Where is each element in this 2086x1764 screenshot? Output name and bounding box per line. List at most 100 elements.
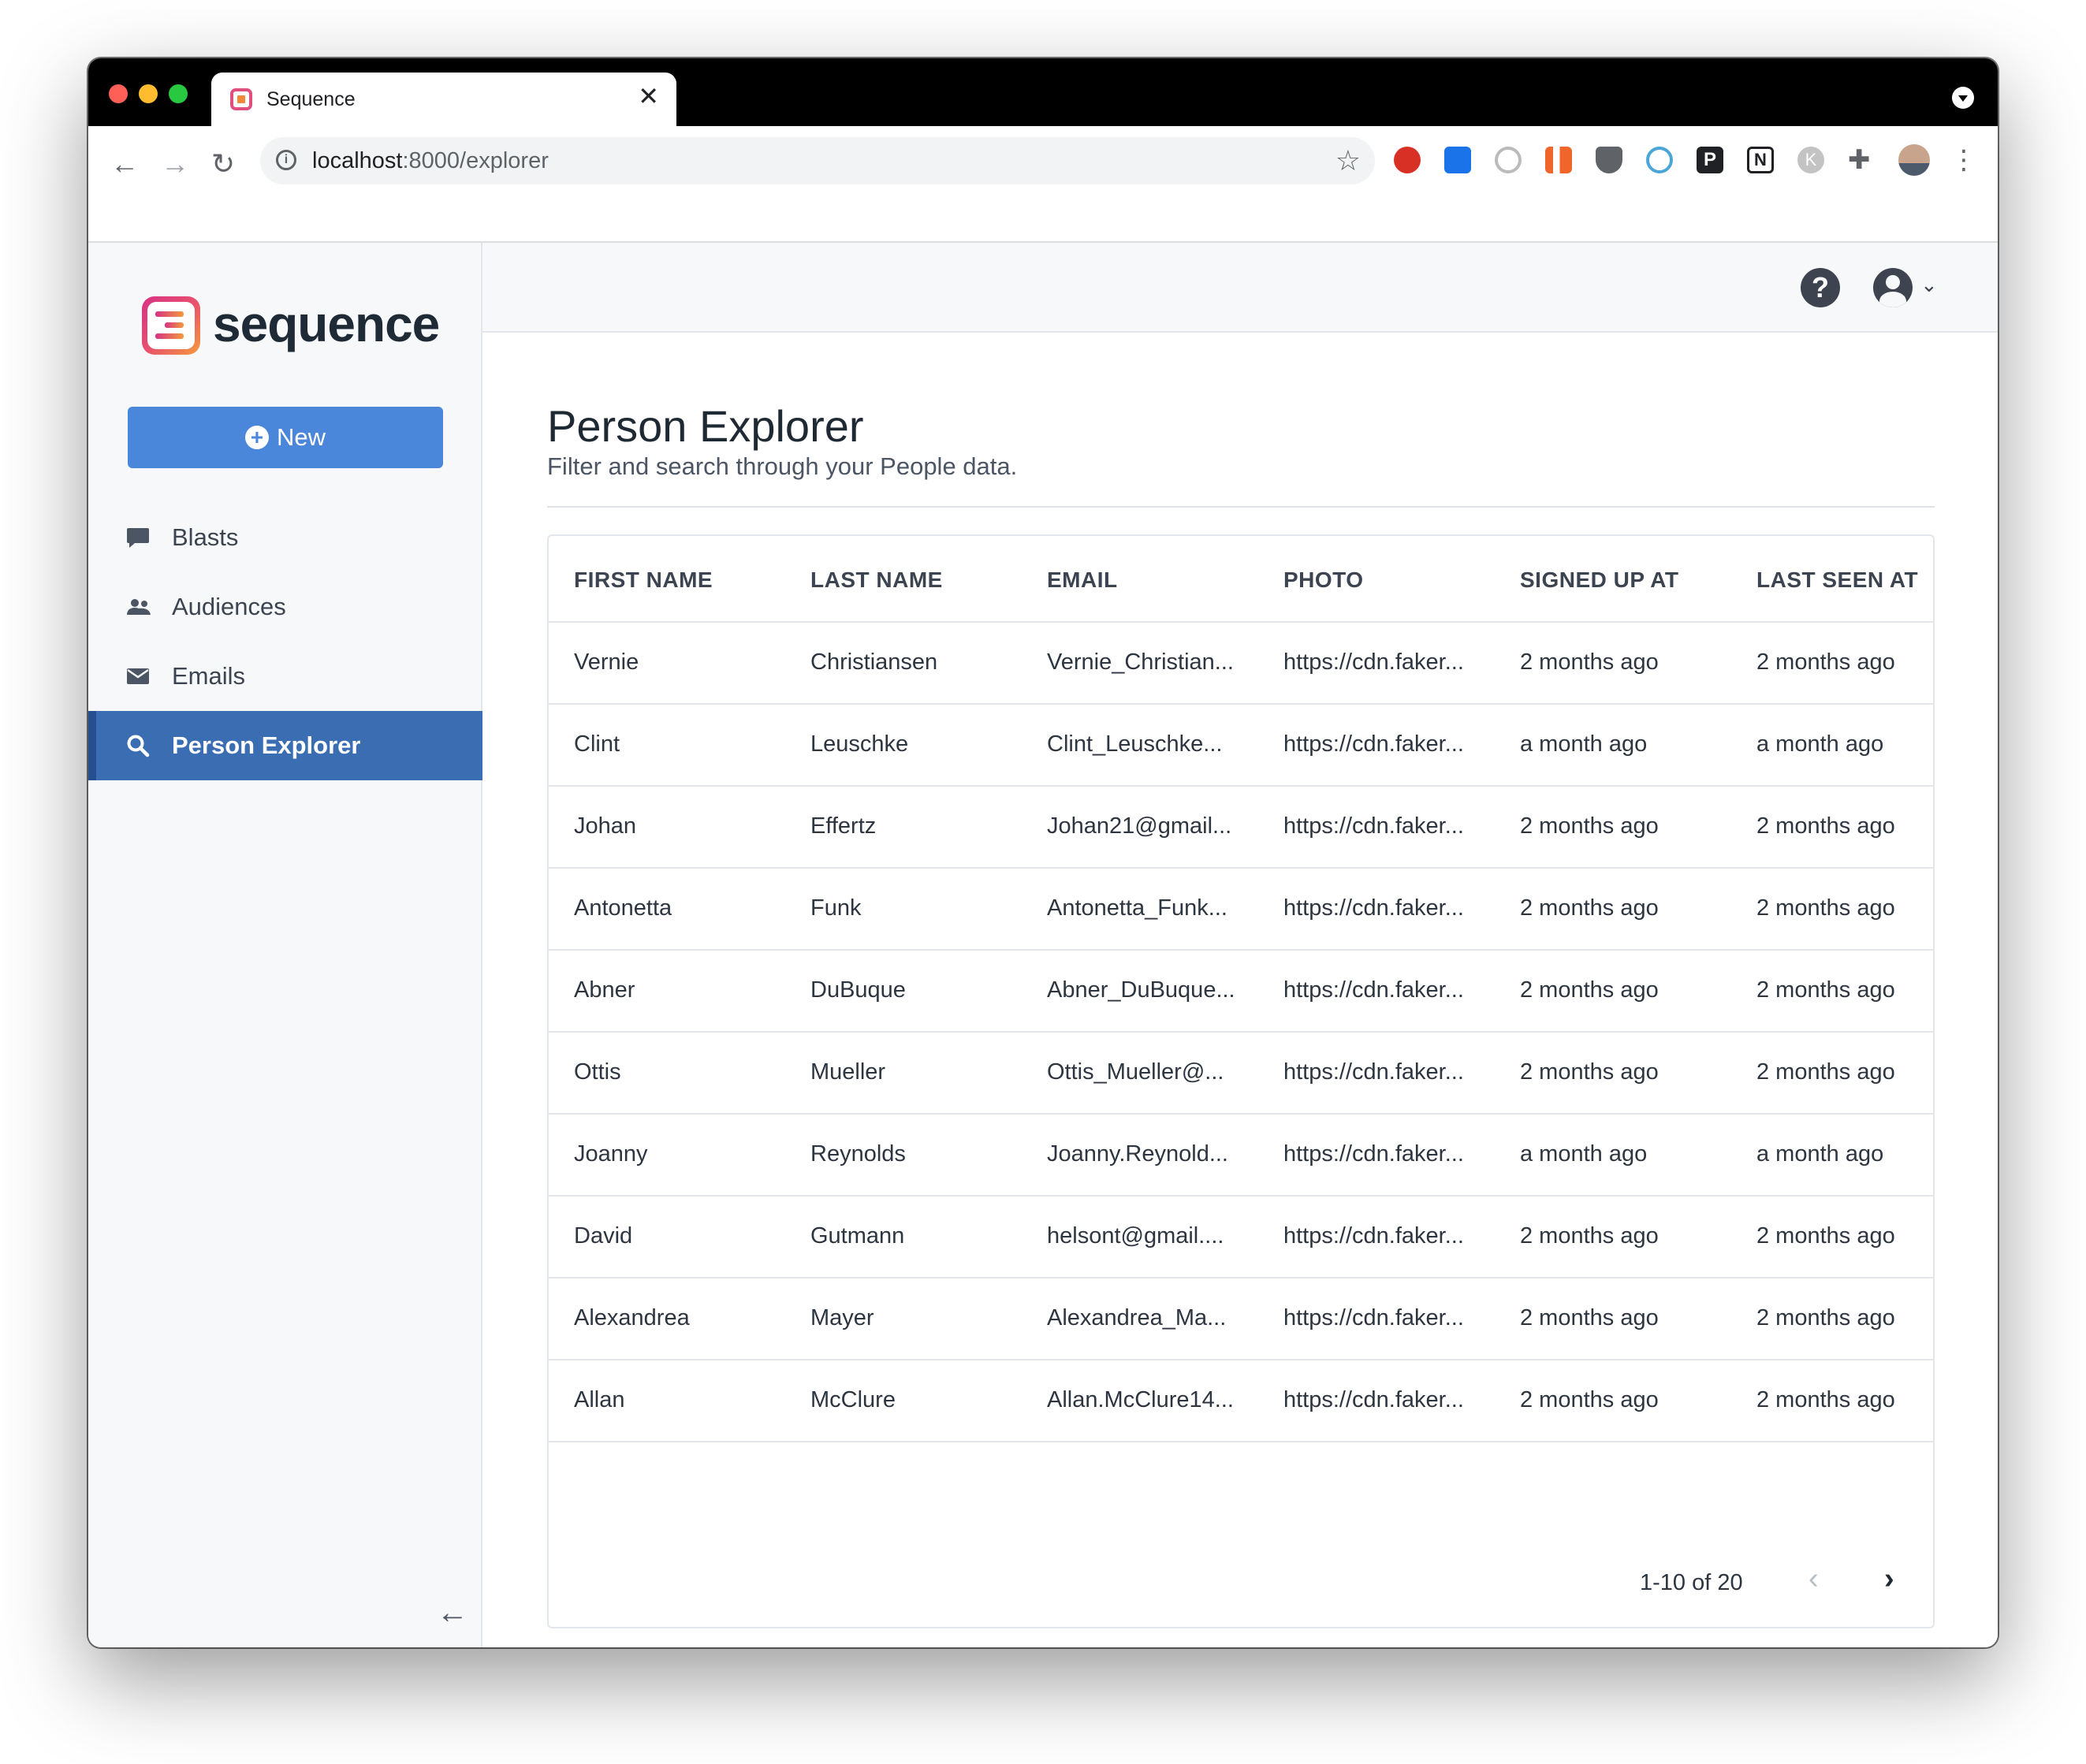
profile-avatar[interactable]: [1898, 144, 1930, 176]
browser-menu-icon[interactable]: ⋮: [1950, 147, 1977, 173]
column-header-photo[interactable]: PHOTO: [1283, 568, 1364, 593]
tab-search-icon[interactable]: [1952, 87, 1974, 109]
plus-icon[interactable]: +: [610, 77, 631, 112]
cell-signed-up-at: 2 months ago: [1520, 895, 1659, 921]
url-path: :8000/explorer: [402, 148, 549, 173]
table-row[interactable]: Alexandrea Mayer Alexandrea_Ma... https://c…: [549, 1278, 1933, 1360]
adblock-icon[interactable]: [1394, 147, 1421, 173]
sidebar-item-person-explorer[interactable]: Person Explorer: [88, 711, 482, 780]
cell-photo: https://cdn.faker...: [1283, 1141, 1464, 1167]
table-row[interactable]: Vernie Christiansen Vernie_Christian... htt…: [549, 623, 1933, 705]
cell-last-name: McClure: [810, 1387, 896, 1412]
question-circle-icon[interactable]: ?: [1801, 268, 1840, 307]
network-icon[interactable]: [1646, 147, 1673, 173]
forward-arrow-icon[interactable]: →: [161, 150, 189, 178]
url-host: localhost: [312, 148, 403, 173]
chevron-right-icon[interactable]: ›: [1884, 1564, 1894, 1594]
window-close-button[interactable]: [109, 84, 128, 103]
k-icon[interactable]: K: [1797, 147, 1824, 173]
arrow-left-icon[interactable]: ←: [437, 1597, 468, 1628]
chevron-left-icon[interactable]: ‹: [1808, 1564, 1819, 1594]
table-row[interactable]: Abner DuBuque Abner_DuBuque... https://cdn.…: [549, 951, 1933, 1033]
cell-last-seen-at: 2 months ago: [1756, 649, 1895, 675]
table-row[interactable]: Johan Effertz Johan21@gmail... https://cdn.…: [549, 787, 1933, 869]
producthunt-icon[interactable]: P: [1697, 147, 1723, 173]
close-icon[interactable]: ✕: [638, 84, 659, 109]
cell-photo: https://cdn.faker...: [1283, 895, 1464, 921]
chevron-down-icon[interactable]: ⌄: [1920, 274, 1938, 295]
table-row[interactable]: Allan McClure Allan.McClure14... https://cd…: [549, 1360, 1933, 1442]
divider: [547, 506, 1935, 508]
url-text: localhost:8000/explorer: [312, 148, 549, 174]
cell-last-seen-at: 2 months ago: [1756, 1223, 1895, 1249]
sidebar-item-label: Person Explorer: [172, 731, 361, 759]
download-icon[interactable]: [1444, 147, 1471, 173]
cell-email: Johan21@gmail...: [1047, 813, 1232, 839]
page-subtitle: Filter and search through your People da…: [547, 452, 1018, 480]
column-header-last-name[interactable]: LAST NAME: [810, 568, 943, 593]
table-row[interactable]: Antonetta Funk Antonetta_Funk... https://cd…: [549, 869, 1933, 951]
cell-last-seen-at: 2 months ago: [1756, 1059, 1895, 1085]
column-header-email[interactable]: EMAIL: [1047, 568, 1118, 593]
sidebar-item-label: Blasts: [172, 523, 239, 551]
cell-email: helsont@gmail....: [1047, 1223, 1224, 1249]
cell-email: Allan.McClure14...: [1047, 1387, 1234, 1412]
cell-last-seen-at: 2 months ago: [1756, 1305, 1895, 1330]
browser-tab[interactable]: Sequence ✕: [211, 73, 676, 126]
user-circle-icon[interactable]: [1873, 268, 1913, 307]
cell-last-name: Funk: [810, 895, 862, 921]
table-row[interactable]: David Gutmann helsont@gmail.... https://cdn…: [549, 1196, 1933, 1278]
cell-email: Clint_Leuschke...: [1047, 731, 1223, 757]
cell-first-name: Clint: [574, 731, 620, 757]
cell-photo: https://cdn.faker...: [1283, 1305, 1464, 1330]
cell-photo: https://cdn.faker...: [1283, 1059, 1464, 1085]
sidebar-item-blasts[interactable]: Blasts: [88, 503, 482, 572]
reload-icon[interactable]: ↻: [211, 150, 235, 178]
column-header-signed-up-at[interactable]: SIGNED UP AT: [1520, 568, 1679, 593]
ublock-icon[interactable]: [1596, 147, 1622, 173]
cell-first-name: Ottis: [574, 1059, 621, 1085]
window-maximize-button[interactable]: [169, 84, 188, 103]
notion-icon[interactable]: N: [1747, 147, 1774, 173]
column-header-first-name[interactable]: FIRST NAME: [574, 568, 713, 593]
window-minimize-button[interactable]: [139, 84, 158, 103]
table-row[interactable]: Clint Leuschke Clint_Leuschke... https://cd…: [549, 705, 1933, 787]
envelope-icon: [126, 667, 153, 686]
cell-photo: https://cdn.faker...: [1283, 649, 1464, 675]
bookmark-star-icon[interactable]: ☆: [1335, 144, 1361, 177]
address-bar[interactable]: i localhost:8000/explorer ☆: [260, 137, 1375, 184]
cell-email: Vernie_Christian...: [1047, 649, 1234, 675]
comment-icon: [126, 527, 153, 549]
back-arrow-icon[interactable]: ←: [110, 150, 139, 178]
new-button[interactable]: + New: [128, 407, 443, 468]
cell-photo: https://cdn.faker...: [1283, 813, 1464, 839]
cell-email: Joanny.Reynold...: [1047, 1141, 1228, 1167]
people-table: FIRST NAME LAST NAME EMAIL PHOTO SIGNED …: [547, 534, 1935, 1628]
sidebar-item-emails[interactable]: Emails: [88, 642, 482, 711]
users-icon: [126, 597, 153, 616]
cell-signed-up-at: 2 months ago: [1520, 649, 1659, 675]
cell-first-name: Joanny: [574, 1141, 648, 1167]
brand-name: sequence: [213, 296, 440, 352]
puzzle-icon[interactable]: ✚: [1848, 147, 1875, 173]
cell-photo: https://cdn.faker...: [1283, 1223, 1464, 1249]
table-row[interactable]: Ottis Mueller Ottis_Mueller@... https://cdn…: [549, 1033, 1933, 1115]
browser-window: Sequence ✕ + ← → ↻ i localhost:8000/expl…: [88, 58, 1998, 1647]
privacy-icon[interactable]: [1495, 147, 1522, 173]
stats-icon[interactable]: [1545, 147, 1572, 173]
cell-email: Antonetta_Funk...: [1047, 895, 1227, 921]
table-row[interactable]: Joanny Reynolds Joanny.Reynold... https://c…: [549, 1115, 1933, 1196]
cell-email: Ottis_Mueller@...: [1047, 1059, 1224, 1085]
sidebar-item-audiences[interactable]: Audiences: [88, 572, 482, 642]
cell-last-name: Mueller: [810, 1059, 886, 1085]
site-info-icon[interactable]: i: [276, 150, 296, 170]
cell-first-name: Alexandrea: [574, 1305, 690, 1330]
cell-signed-up-at: a month ago: [1520, 1141, 1648, 1167]
new-button-label: New: [276, 423, 326, 451]
browser-toolbar: ← → ↻ i localhost:8000/explorer ☆ P N K …: [88, 126, 1998, 243]
column-header-last-seen-at[interactable]: LAST SEEN AT: [1756, 568, 1918, 593]
cell-last-name: Christiansen: [810, 649, 938, 675]
cell-email: Abner_DuBuque...: [1047, 977, 1235, 1003]
table-header: FIRST NAME LAST NAME EMAIL PHOTO SIGNED …: [549, 536, 1933, 623]
cell-last-name: DuBuque: [810, 977, 906, 1003]
